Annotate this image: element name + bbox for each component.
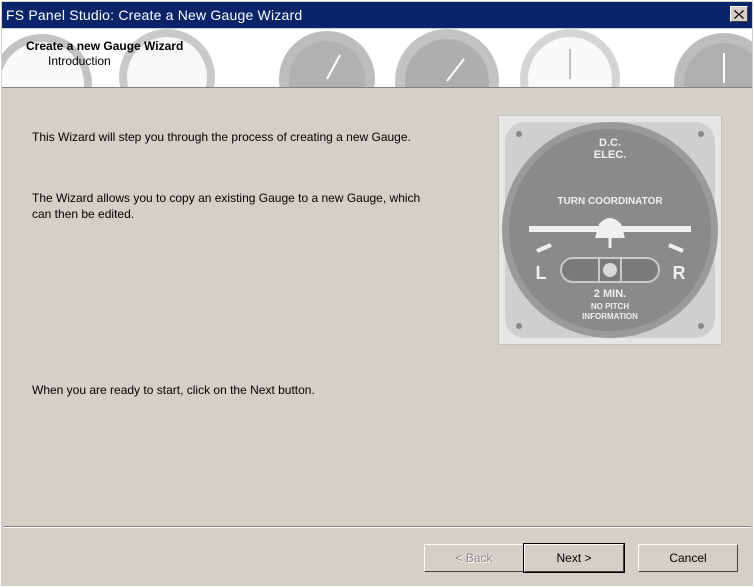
header-title: Create a new Gauge Wizard (26, 39, 184, 53)
title-bar[interactable]: FS Panel Studio: Create a New Gauge Wiza… (2, 2, 752, 28)
back-button[interactable]: < Back (424, 544, 524, 572)
intro-paragraph: This Wizard will step you through the pr… (32, 130, 411, 144)
gauge-left-letter: L (536, 263, 547, 283)
header-subtitle: Introduction (48, 54, 111, 68)
close-button[interactable] (730, 6, 748, 22)
gauge-right-letter: R (673, 263, 686, 283)
cancel-button[interactable]: Cancel (638, 544, 738, 572)
next-button[interactable]: Next > (523, 543, 625, 573)
turn-coordinator-illustration: D.C. ELEC. TURN COORDINATOR L R 2 MIN. N… (498, 115, 722, 345)
start-paragraph: When you are ready to start, click on th… (32, 383, 315, 397)
window-title: FS Panel Studio: Create a New Gauge Wiza… (6, 7, 303, 23)
copy-paragraph-line-2: can then be edited. (32, 207, 135, 221)
gauge-nopitch-label: NO PITCH (591, 302, 629, 311)
gauge-2min-label: 2 MIN. (594, 288, 626, 300)
button-separator (3, 526, 751, 528)
gauge-band-label: TURN COORDINATOR (557, 196, 663, 207)
wizard-header: Create a new Gauge Wizard Introduction (2, 29, 752, 88)
gauge-information-label: INFORMATION (582, 312, 638, 321)
gauge-dc-label: D.C. (599, 137, 621, 149)
wizard-window: FS Panel Studio: Create a New Gauge Wiza… (0, 0, 754, 587)
close-x-icon (734, 9, 744, 19)
copy-paragraph-line-1: The Wizard allows you to copy an existin… (32, 191, 421, 205)
gauge-elec-label: ELEC. (594, 149, 626, 161)
turn-coordinator-gauge-icon: D.C. ELEC. TURN COORDINATOR L R 2 MIN. N… (499, 116, 721, 344)
